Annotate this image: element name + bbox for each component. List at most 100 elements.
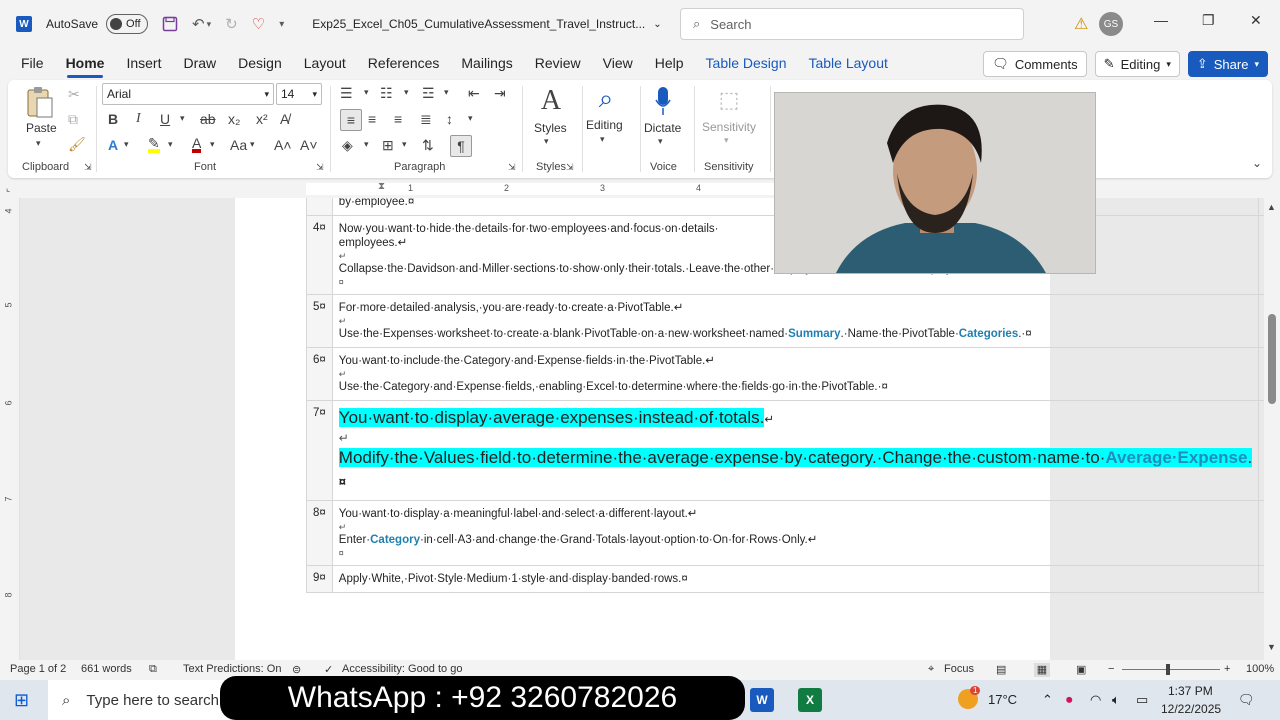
paste-icon[interactable] (24, 86, 56, 120)
tab-file[interactable]: File (10, 48, 55, 78)
step-number-cell[interactable]: 8¤ (306, 500, 333, 566)
paste-dropdown-icon[interactable]: ▾ (36, 138, 41, 149)
grow-font-icon[interactable]: A˄ (274, 137, 292, 153)
tab-home[interactable]: Home (55, 48, 116, 78)
numbering-icon[interactable]: ☷ (380, 85, 393, 102)
record-icon[interactable]: ⏺ (1066, 692, 1073, 708)
highlight-dropdown-icon[interactable]: ▾ (168, 139, 173, 150)
focus-label[interactable]: Focus (944, 663, 974, 675)
restore-icon[interactable]: ❐ (1202, 12, 1215, 29)
instruction-cell[interactable]: You·want·to·display·a·meaningful·label·a… (331, 500, 1260, 566)
tab-layout[interactable]: Layout (293, 48, 357, 78)
tab-table-design[interactable]: Table Design (695, 48, 798, 78)
table-row[interactable]: 6¤ You·want·to·include·the·Category·and·… (306, 347, 1264, 401)
instruction-cell[interactable]: You·want·to·include·the·Category·and·Exp… (331, 347, 1260, 401)
strikethrough-icon[interactable]: ab (200, 111, 216, 127)
print-layout-icon[interactable]: ▦ (1034, 663, 1050, 677)
taskbar-search-input[interactable]: ⌕ Type here to search (48, 680, 230, 720)
align-left-icon[interactable]: ≡ (340, 109, 362, 131)
paste-label[interactable]: Paste (26, 121, 57, 135)
multilevel-dropdown-icon[interactable]: ▾ (444, 87, 449, 98)
tab-table-layout[interactable]: Table Layout (797, 48, 898, 78)
borders-dropdown-icon[interactable]: ▾ (402, 139, 407, 150)
dictate-label[interactable]: Dictate (644, 121, 681, 135)
table-row[interactable]: 7¤ You·want·to·display·average·expenses·… (306, 400, 1264, 501)
justify-icon[interactable]: ≣ (420, 111, 432, 128)
tab-draw[interactable]: Draw (172, 48, 227, 78)
scroll-up-icon[interactable]: ▲ (1267, 202, 1276, 212)
step-number-cell[interactable]: 5¤ (306, 294, 333, 348)
highlight-color-icon[interactable]: ✎ (148, 136, 160, 153)
indent-marker-icon[interactable]: ⧗ (378, 181, 385, 192)
bullets-dropdown-icon[interactable]: ▾ (364, 87, 369, 98)
editing-label[interactable]: Editing (586, 118, 623, 132)
align-center-icon[interactable]: ≡ (368, 111, 376, 127)
focus-icon[interactable]: ⌖ (928, 663, 934, 676)
tab-selector-icon[interactable]: ⌞ (6, 183, 10, 194)
change-case-dropdown-icon[interactable]: ▾ (250, 139, 255, 150)
scroll-down-icon[interactable]: ▼ (1267, 642, 1276, 652)
sort-icon[interactable]: ⇅ (422, 137, 434, 154)
collapse-ribbon-icon[interactable]: ⌄ (1252, 156, 1262, 170)
comments-button[interactable]: 🗨 Comments (983, 51, 1087, 77)
microphone-icon[interactable] (648, 84, 678, 118)
word-taskbar-icon[interactable]: W (750, 688, 774, 712)
underline-dropdown-icon[interactable]: ▾ (180, 113, 185, 124)
macro-icon[interactable]: ⊜ (292, 663, 301, 676)
search-input[interactable]: ⌕ Search (680, 8, 1024, 40)
copy-icon[interactable]: ⧉ (68, 111, 78, 128)
autosave-toggle[interactable]: Off (106, 14, 149, 34)
step-number-cell[interactable]: 4¤ (306, 215, 333, 295)
tab-insert[interactable]: Insert (115, 48, 172, 78)
zoom-slider[interactable] (1122, 669, 1220, 670)
styles-dropdown-icon[interactable]: ▾ (544, 136, 549, 147)
proofing-icon[interactable]: ⧉ (149, 663, 157, 676)
save-icon[interactable] (162, 16, 178, 32)
numbering-dropdown-icon[interactable]: ▾ (404, 87, 409, 98)
excel-taskbar-icon[interactable]: X (798, 688, 822, 712)
vertical-scrollbar[interactable]: ▲ ▼ (1264, 198, 1280, 660)
format-painter-icon[interactable]: 🖌 (68, 136, 86, 153)
table-row[interactable]: 8¤ You·want·to·display·a·meaningful·labe… (306, 500, 1264, 566)
italic-icon[interactable]: I (136, 111, 141, 127)
tab-view[interactable]: View (592, 48, 644, 78)
shrink-font-icon[interactable]: A˅ (300, 137, 318, 153)
zoom-level[interactable]: 100% (1246, 663, 1274, 675)
text-effects-dropdown-icon[interactable]: ▾ (124, 139, 129, 150)
cut-icon[interactable]: ✂ (68, 86, 80, 103)
scroll-thumb[interactable] (1268, 314, 1276, 404)
warning-icon[interactable]: ⚠ (1074, 14, 1088, 34)
change-case-icon[interactable]: Aa (230, 137, 247, 153)
text-predictions-status[interactable]: Text Predictions: On (183, 663, 281, 675)
web-layout-icon[interactable]: ▣ (1076, 663, 1086, 676)
step-number-cell[interactable]: 6¤ (306, 347, 333, 401)
undo-icon[interactable]: ↶ (192, 15, 205, 33)
close-icon[interactable]: ✕ (1250, 12, 1262, 29)
instruction-cell[interactable]: Apply·White,·Pivot·Style·Medium·1·style·… (331, 565, 1260, 593)
zoom-in-icon[interactable]: + (1224, 663, 1230, 675)
sensitivity-label[interactable]: Sensitivity (702, 120, 756, 134)
font-color-dropdown-icon[interactable]: ▾ (210, 139, 215, 150)
borders-icon[interactable]: ⊞ (382, 137, 394, 154)
accessibility-status[interactable]: Accessibility: Good to go (342, 663, 462, 675)
underline-icon[interactable]: U (160, 111, 170, 127)
align-right-icon[interactable]: ≡ (394, 111, 402, 127)
line-spacing-dropdown-icon[interactable]: ▾ (468, 113, 473, 124)
multilevel-list-icon[interactable]: ☲ (422, 85, 435, 102)
step-number-cell[interactable] (306, 198, 333, 216)
table-row[interactable]: 5¤ For·more·detailed·analysis,·you·are·r… (306, 294, 1264, 348)
chevron-up-icon[interactable]: ⌃ (1042, 692, 1053, 708)
line-spacing-icon[interactable]: ↕ (446, 111, 453, 127)
bullets-icon[interactable]: ☰ (340, 85, 353, 102)
clock-time[interactable]: 1:37 PM (1168, 684, 1213, 698)
bold-icon[interactable]: B (108, 111, 118, 127)
sensitivity-dropdown-icon[interactable]: ▾ (724, 135, 729, 146)
font-color-icon[interactable]: A (192, 136, 202, 153)
minimize-icon[interactable]: — (1154, 12, 1168, 28)
share-button[interactable]: ⇪ Share ▾ (1187, 51, 1268, 77)
shading-dropdown-icon[interactable]: ▾ (364, 139, 369, 150)
redo-icon[interactable]: ↻ (225, 15, 238, 33)
zoom-out-icon[interactable]: − (1108, 663, 1114, 675)
sensitivity-icon[interactable]: ⬚ (714, 84, 744, 116)
styles-icon[interactable]: A (534, 84, 568, 118)
